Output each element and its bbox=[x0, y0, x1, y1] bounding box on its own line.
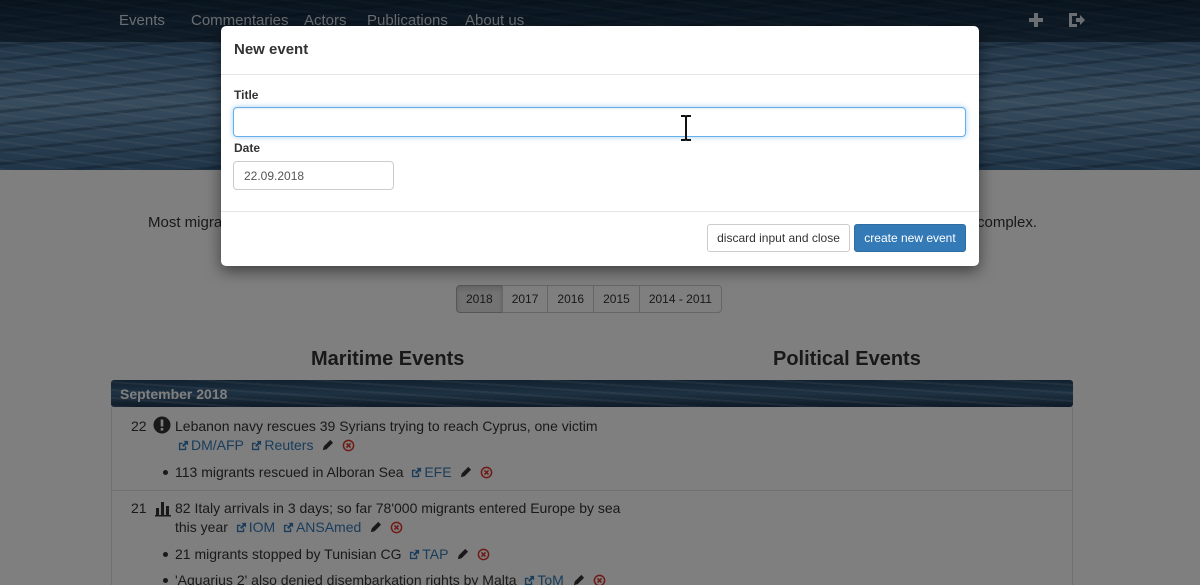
date-input[interactable] bbox=[233, 161, 394, 190]
modal-header: New event bbox=[221, 26, 979, 75]
discard-button[interactable]: discard input and close bbox=[707, 224, 850, 252]
text-cursor-icon bbox=[681, 115, 691, 141]
create-event-button[interactable]: create new event bbox=[854, 224, 966, 252]
modal-title: New event bbox=[234, 41, 309, 58]
title-input[interactable] bbox=[233, 107, 966, 137]
new-event-modal: New event Title Date discard input and c… bbox=[221, 26, 979, 266]
modal-footer bbox=[221, 211, 979, 212]
date-label: Date bbox=[234, 141, 261, 155]
title-label: Title bbox=[234, 88, 259, 102]
